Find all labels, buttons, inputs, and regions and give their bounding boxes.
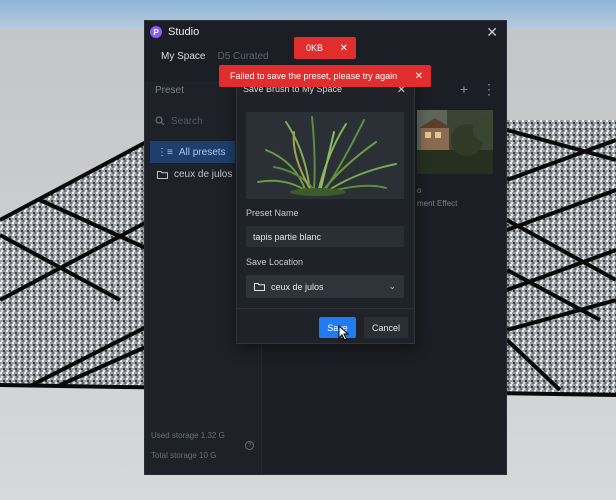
- sidebar-item-ceux-de-julos[interactable]: ceux de julos: [150, 163, 235, 185]
- more-icon[interactable]: ⋮: [482, 81, 496, 98]
- preset-thumbnail[interactable]: [417, 110, 493, 174]
- house-image: [417, 110, 493, 174]
- error-toast-save-failed: Failed to save the preset, please try ag…: [219, 65, 431, 87]
- search-icon: [155, 116, 165, 126]
- tab-my-space[interactable]: My Space: [161, 51, 205, 62]
- tab-bar: My Space D5 Curated: [161, 51, 269, 62]
- save-location-value: ceux de julos: [271, 281, 324, 292]
- save-location-select[interactable]: ceux de julos ⌄: [246, 275, 404, 298]
- preset-type: ment Effect: [417, 199, 458, 208]
- add-icon[interactable]: +: [460, 81, 468, 98]
- search-placeholder: Search: [171, 115, 203, 127]
- close-icon[interactable]: ✕: [486, 24, 498, 41]
- folder-icon: [254, 283, 265, 291]
- divider: [237, 308, 414, 309]
- sidebar-item-all-presets[interactable]: ⋮≡ All presets: [150, 141, 235, 163]
- sidebar-title: Preset: [155, 85, 184, 96]
- used-storage: Used storage 1.32 G: [151, 431, 225, 440]
- sidebar-item-label: ceux de julos: [174, 168, 233, 180]
- window-title: Studio: [168, 26, 200, 38]
- brush-preview-image: [246, 112, 404, 199]
- preset-name-label: Preset Name: [246, 208, 299, 218]
- close-icon[interactable]: ✕: [340, 43, 348, 54]
- save-location-label: Save Location: [246, 257, 304, 267]
- preset-name: o: [417, 186, 422, 195]
- error-toast-size: 0KB ✕: [294, 37, 356, 59]
- list-icon: ⋮≡: [157, 146, 173, 158]
- app-logo-icon: P: [150, 26, 162, 38]
- close-icon[interactable]: ✕: [415, 71, 423, 82]
- mouse-cursor-icon: [338, 325, 350, 341]
- save-brush-dialog: Save Brush to My Space ✕ Preset Name tap…: [236, 82, 415, 344]
- storage-info: Used storage 1.32 G Total storage 10 G: [151, 426, 225, 466]
- toast-text: 0KB: [306, 43, 324, 53]
- chevron-down-icon: ⌄: [388, 281, 396, 291]
- help-icon[interactable]: ?: [245, 441, 254, 450]
- grass-icon: [246, 112, 404, 199]
- folder-icon: [157, 170, 168, 179]
- toast-text: Failed to save the preset, please try ag…: [230, 71, 398, 81]
- preset-name-input[interactable]: tapis partie blanc: [246, 226, 404, 247]
- cancel-button[interactable]: Cancel: [364, 317, 408, 338]
- total-storage: Total storage 10 G: [151, 451, 217, 460]
- tab-d5-curated[interactable]: D5 Curated: [217, 51, 268, 62]
- content-toolbar: + ⋮: [460, 81, 496, 98]
- sidebar-item-label: All presets: [178, 146, 226, 158]
